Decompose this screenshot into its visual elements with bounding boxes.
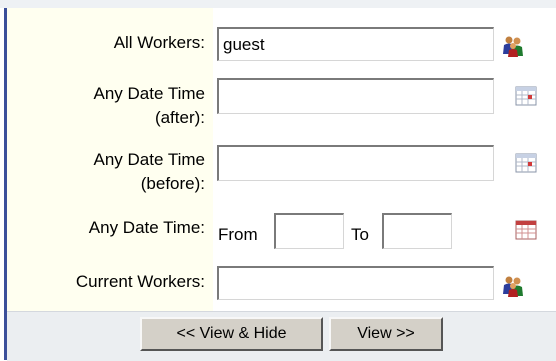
people-icon[interactable]	[501, 34, 525, 58]
date-after-input[interactable]	[217, 78, 494, 114]
all-workers-input[interactable]	[217, 27, 494, 61]
date-before-label-line1: Any Date Time	[93, 150, 206, 169]
calendar-icon[interactable]	[514, 151, 538, 175]
calendar-range-icon[interactable]	[514, 218, 538, 242]
date-from-input[interactable]	[274, 213, 344, 249]
date-range-label: Any Date Time:	[88, 218, 205, 237]
from-label: From	[218, 225, 258, 244]
people-icon[interactable]	[501, 274, 525, 298]
date-before-label-line2: (before):	[140, 174, 205, 193]
top-band	[0, 0, 556, 8]
view-and-hide-button[interactable]: << View & Hide	[140, 317, 323, 351]
filter-form: All Workers: Any Date Time (after): Any …	[0, 0, 556, 361]
date-after-label-line2: (after):	[154, 108, 205, 127]
current-workers-input[interactable]	[217, 266, 494, 300]
date-to-input[interactable]	[382, 213, 452, 249]
all-workers-label: All Workers:	[113, 33, 205, 52]
current-workers-label: Current Workers:	[75, 272, 205, 291]
date-before-input[interactable]	[217, 145, 494, 181]
to-label: To	[351, 225, 369, 244]
calendar-icon[interactable]	[514, 84, 538, 108]
date-after-label-line1: Any Date Time	[93, 84, 206, 103]
view-button[interactable]: View >>	[329, 317, 443, 351]
